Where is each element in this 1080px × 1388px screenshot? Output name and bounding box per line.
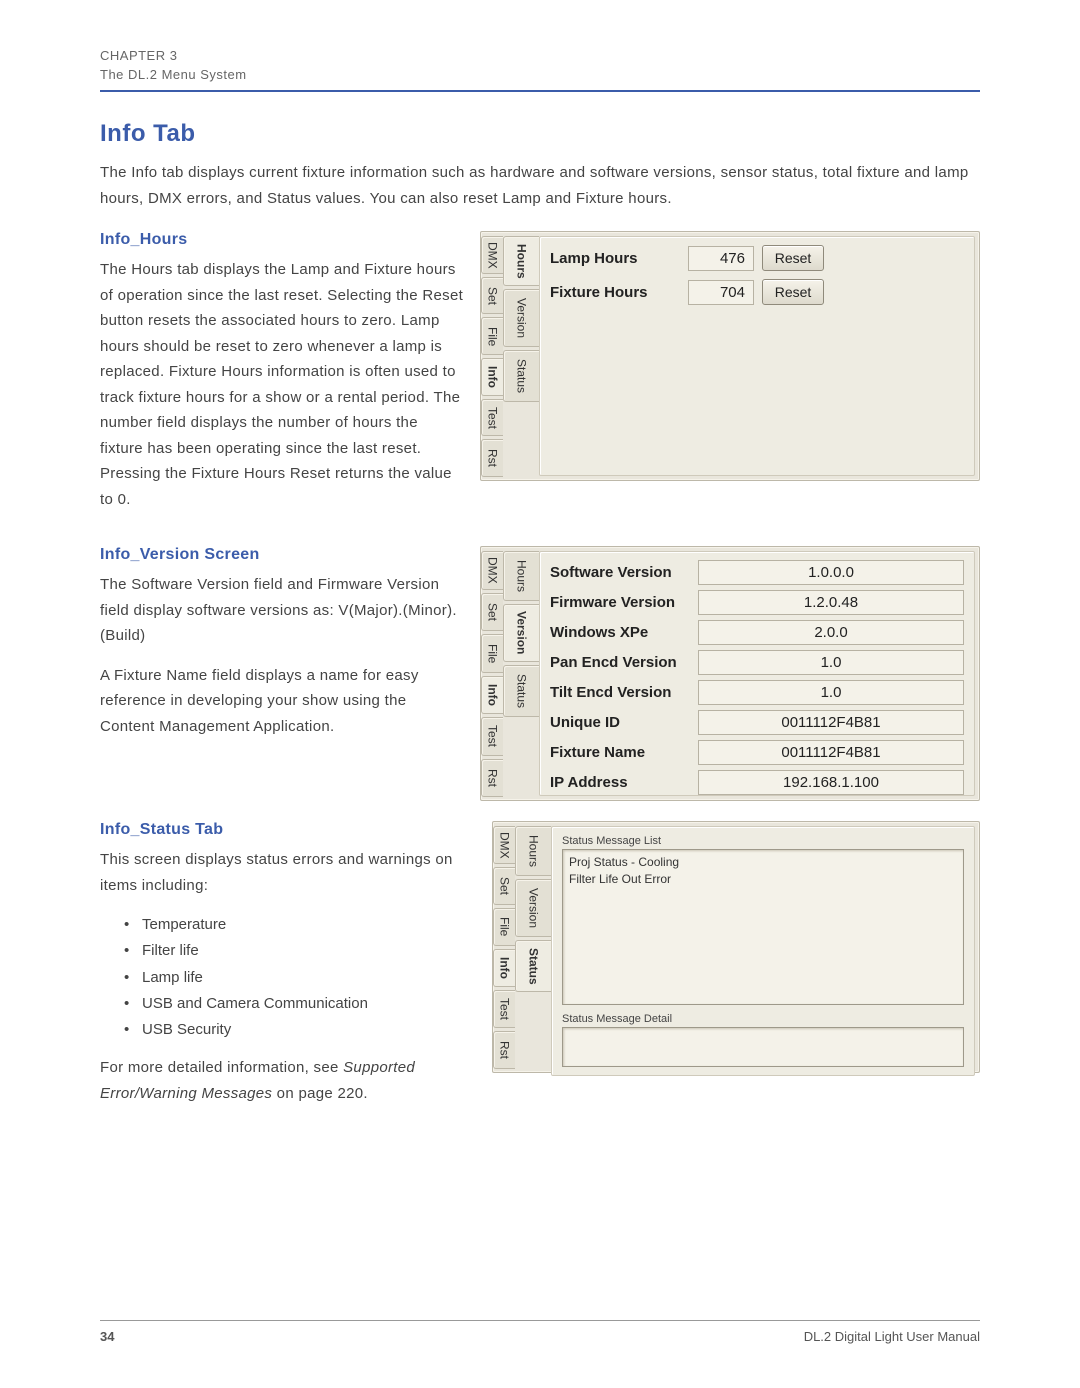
- ip-address-label: IP Address: [550, 774, 690, 791]
- version-heading: Info_Version Screen: [100, 546, 464, 564]
- list-item: USB and Camera Communication: [124, 991, 476, 1017]
- hours-heading: Info_Hours: [100, 231, 464, 249]
- status-detail-label: Status Message Detail: [562, 1013, 964, 1025]
- lamp-hours-row: Lamp Hours 476 Reset: [550, 245, 964, 271]
- status-panel-body: Status Message List Proj Status - Coolin…: [551, 826, 975, 1076]
- tab-dmx[interactable]: DMX: [481, 551, 503, 590]
- tab-file[interactable]: File: [481, 634, 503, 673]
- outer-tabs: DMX Set File Info Test Rst: [481, 232, 503, 480]
- ip-address-value: 192.168.1.100: [698, 770, 964, 795]
- tab-dmx[interactable]: DMX: [493, 826, 515, 864]
- hours-panel-body: Lamp Hours 476 Reset Fixture Hours 704 R…: [539, 236, 975, 476]
- list-item: Lamp life: [124, 965, 476, 991]
- lamp-hours-reset-button[interactable]: Reset: [762, 245, 824, 271]
- status-list-item[interactable]: Proj Status - Cooling: [569, 854, 957, 871]
- status-panel: DMX Set File Info Test Rst Hours Version…: [492, 821, 980, 1073]
- list-item: USB Security: [124, 1017, 476, 1043]
- hours-body: The Hours tab displays the Lamp and Fixt…: [100, 257, 464, 512]
- fixture-hours-label: Fixture Hours: [550, 284, 680, 301]
- tab-hours[interactable]: Hours: [503, 236, 539, 286]
- unique-id-label: Unique ID: [550, 714, 690, 731]
- lamp-hours-value: 476: [688, 246, 754, 271]
- tab-status[interactable]: Status: [515, 940, 551, 992]
- tab-hours[interactable]: Hours: [515, 826, 551, 876]
- tab-info[interactable]: Info: [481, 676, 503, 715]
- fixture-hours-value: 704: [688, 280, 754, 305]
- status-message-detail: [562, 1027, 964, 1067]
- header-rule: [100, 90, 980, 92]
- tab-version[interactable]: Version: [503, 604, 539, 662]
- fixture-name-label: Fixture Name: [550, 744, 690, 761]
- chapter-label: CHAPTER 3: [100, 48, 980, 63]
- fixture-hours-reset-button[interactable]: Reset: [762, 279, 824, 305]
- tab-rst[interactable]: Rst: [481, 759, 503, 798]
- tab-rst[interactable]: Rst: [481, 439, 503, 477]
- page-title: Info Tab: [100, 120, 980, 148]
- tab-info[interactable]: Info: [493, 949, 515, 987]
- tab-test[interactable]: Test: [481, 399, 503, 437]
- status-message-list[interactable]: Proj Status - Cooling Filter Life Out Er…: [562, 849, 964, 1005]
- tab-hours[interactable]: Hours: [503, 551, 539, 601]
- tab-set[interactable]: Set: [481, 277, 503, 315]
- list-item: Filter life: [124, 938, 476, 964]
- software-version-label: Software Version: [550, 564, 690, 581]
- status-list-item[interactable]: Filter Life Out Error: [569, 871, 957, 888]
- tilt-encd-label: Tilt Encd Version: [550, 684, 690, 701]
- inner-tabs: Hours Version Status: [503, 547, 539, 800]
- firmware-version-value: 1.2.0.48: [698, 590, 964, 615]
- version-body-1: The Software Version field and Firmware …: [100, 572, 464, 649]
- windows-xpe-label: Windows XPe: [550, 624, 690, 641]
- tab-status[interactable]: Status: [503, 665, 539, 717]
- status-body-2: For more detailed information, see Suppo…: [100, 1055, 476, 1106]
- outer-tabs: DMX Set File Info Test Rst: [481, 547, 503, 800]
- tab-rst[interactable]: Rst: [493, 1031, 515, 1069]
- intro-paragraph: The Info tab displays current fixture in…: [100, 160, 980, 211]
- pan-encd-value: 1.0: [698, 650, 964, 675]
- tab-test[interactable]: Test: [481, 717, 503, 756]
- status-body-1: This screen displays status errors and w…: [100, 847, 476, 898]
- page-footer: 34 DL.2 Digital Light User Manual: [100, 1320, 980, 1344]
- tab-file[interactable]: File: [481, 317, 503, 355]
- tab-file[interactable]: File: [493, 908, 515, 946]
- page-header: CHAPTER 3 The DL.2 Menu System: [100, 48, 980, 82]
- tab-set[interactable]: Set: [481, 593, 503, 632]
- inner-tabs: Hours Version Status: [515, 822, 551, 1072]
- tab-dmx[interactable]: DMX: [481, 236, 503, 274]
- windows-xpe-value: 2.0.0: [698, 620, 964, 645]
- status-list-label: Status Message List: [562, 835, 964, 847]
- version-body-2: A Fixture Name field displays a name for…: [100, 663, 464, 740]
- inner-tabs: Hours Version Status: [503, 232, 539, 480]
- fixture-name-value: 0011112F4B81: [698, 740, 964, 765]
- page-number: 34: [100, 1329, 114, 1344]
- chapter-title: The DL.2 Menu System: [100, 67, 980, 82]
- tab-version[interactable]: Version: [515, 879, 551, 937]
- unique-id-value: 0011112F4B81: [698, 710, 964, 735]
- tilt-encd-value: 1.0: [698, 680, 964, 705]
- lamp-hours-label: Lamp Hours: [550, 250, 680, 267]
- tab-status[interactable]: Status: [503, 350, 539, 402]
- hours-panel: DMX Set File Info Test Rst Hours Version…: [480, 231, 980, 481]
- list-item: Temperature: [124, 912, 476, 938]
- version-panel-body: Software Version 1.0.0.0 Firmware Version…: [539, 551, 975, 796]
- outer-tabs: DMX Set File Info Test Rst: [493, 822, 515, 1072]
- tab-version[interactable]: Version: [503, 289, 539, 347]
- fixture-hours-row: Fixture Hours 704 Reset: [550, 279, 964, 305]
- software-version-value: 1.0.0.0: [698, 560, 964, 585]
- status-bullets: Temperature Filter life Lamp life USB an…: [124, 912, 476, 1043]
- version-panel: DMX Set File Info Test Rst Hours Version…: [480, 546, 980, 801]
- tab-test[interactable]: Test: [493, 990, 515, 1028]
- firmware-version-label: Firmware Version: [550, 594, 690, 611]
- tab-set[interactable]: Set: [493, 867, 515, 905]
- doc-title: DL.2 Digital Light User Manual: [804, 1329, 980, 1344]
- status-heading: Info_Status Tab: [100, 821, 476, 839]
- pan-encd-label: Pan Encd Version: [550, 654, 690, 671]
- tab-info[interactable]: Info: [481, 358, 503, 396]
